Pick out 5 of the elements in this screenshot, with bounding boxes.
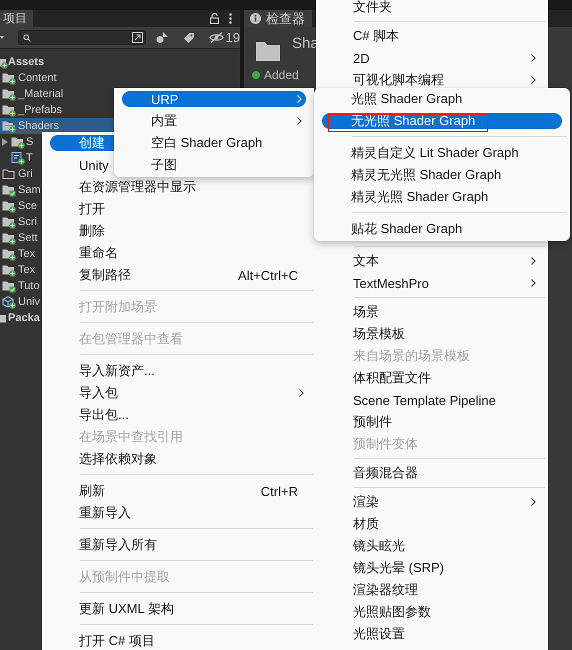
- status-text: Added: [264, 69, 299, 81]
- shortcut-text: Alt+Ctrl+C: [238, 268, 298, 282]
- shortcut-text: Ctrl+R: [260, 484, 298, 498]
- count-text: 19: [226, 30, 240, 45]
- tab-title: 检查器: [266, 10, 305, 28]
